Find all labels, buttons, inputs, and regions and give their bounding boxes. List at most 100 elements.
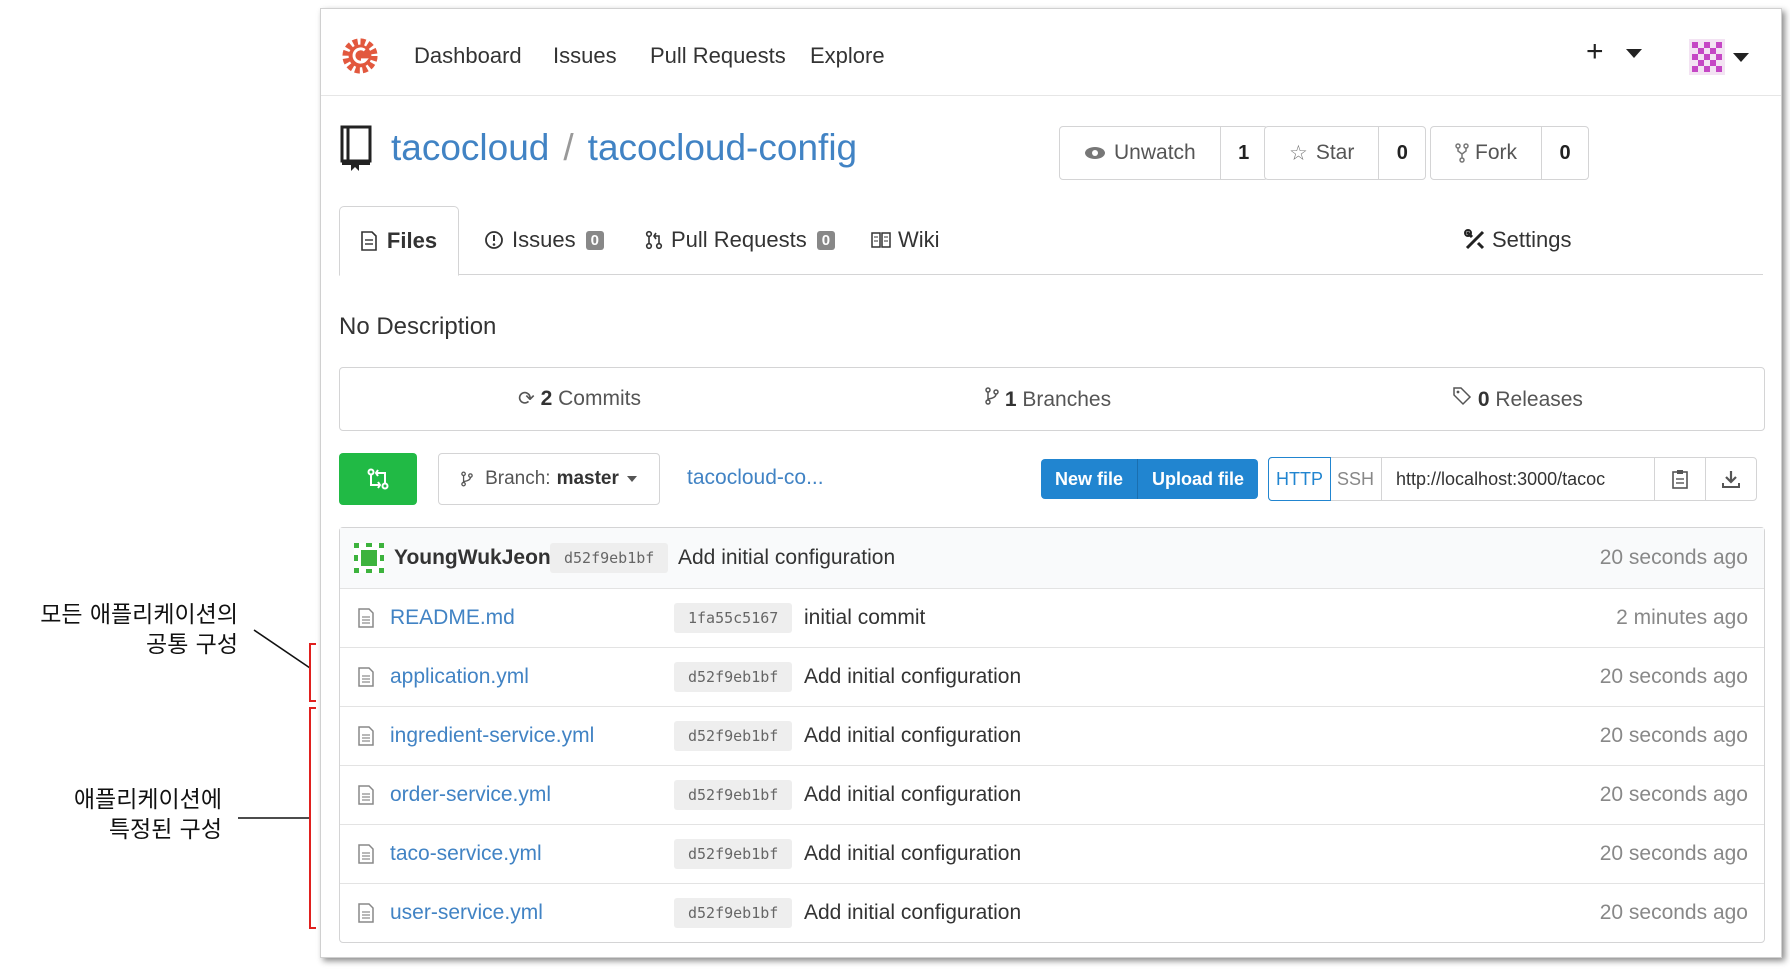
issue-opened-icon bbox=[485, 231, 503, 249]
nav-issues[interactable]: Issues bbox=[553, 43, 617, 69]
releases-label: Releases bbox=[1495, 388, 1583, 411]
branches-label: Branches bbox=[1022, 388, 1112, 411]
repo-name-link[interactable]: tacocloud-config bbox=[588, 127, 857, 168]
file-commit-message[interactable]: Add initial configuration bbox=[804, 825, 1021, 883]
compare-button[interactable] bbox=[339, 453, 417, 505]
tab-pull-requests-label: Pull Requests bbox=[671, 227, 807, 252]
branch-icon bbox=[985, 387, 999, 405]
gitea-window: Dashboard Issues Pull Requests Explore + bbox=[320, 8, 1782, 958]
watch-count[interactable]: 1 bbox=[1221, 127, 1267, 179]
fork-count[interactable]: 0 bbox=[1542, 127, 1588, 179]
releases-count: 0 bbox=[1477, 388, 1490, 411]
file-row: ingredient-service.yml d52f9eb1bf Add init… bbox=[340, 707, 1764, 766]
file-commit-message[interactable]: Add initial configuration bbox=[804, 766, 1021, 824]
tab-wiki[interactable]: Wiki bbox=[871, 206, 940, 274]
tab-issues[interactable]: Issues 0 bbox=[484, 206, 604, 274]
fork-button[interactable]: Fork bbox=[1431, 127, 1542, 179]
nav-dashboard[interactable]: Dashboard bbox=[414, 43, 522, 69]
branch-dropdown[interactable]: Branch: master bbox=[438, 453, 660, 505]
repo-stats-bar: ⟳ 2 Commits 1 Branches 0 Releases bbox=[339, 367, 1765, 431]
file-commit-sha[interactable]: 1fa55c5167 bbox=[674, 603, 793, 633]
download-button[interactable] bbox=[1706, 458, 1756, 500]
tab-files[interactable]: Files bbox=[339, 206, 459, 276]
file-commit-message[interactable]: Add initial configuration bbox=[804, 884, 1021, 942]
commit-sha[interactable]: d52f9eb1bf bbox=[550, 543, 669, 573]
file-icon bbox=[358, 884, 374, 942]
book-icon bbox=[871, 232, 891, 248]
chevron-down-icon bbox=[626, 476, 637, 482]
file-name-link[interactable]: README.md bbox=[390, 589, 515, 647]
file-commit-sha[interactable]: d52f9eb1bf bbox=[674, 662, 793, 692]
file-commit-sha[interactable]: d52f9eb1bf bbox=[674, 780, 793, 810]
download-icon bbox=[1722, 471, 1741, 488]
star-label: Star bbox=[1315, 141, 1355, 164]
create-new-menu[interactable]: + bbox=[1586, 35, 1642, 69]
tab-settings[interactable]: Settings bbox=[1464, 206, 1572, 274]
file-table: YoungWukJeon d52f9eb1bf Add initial conf… bbox=[339, 527, 1765, 943]
file-commit-sha[interactable]: d52f9eb1bf bbox=[674, 721, 793, 751]
gitea-logo-icon[interactable] bbox=[341, 37, 379, 75]
repo-owner-link[interactable]: tacocloud bbox=[391, 127, 549, 168]
branch-name: master bbox=[556, 468, 619, 489]
tab-wiki-label: Wiki bbox=[898, 227, 940, 252]
file-icon bbox=[358, 589, 374, 647]
tab-pull-requests[interactable]: Pull Requests 0 bbox=[645, 206, 836, 274]
clone-url-input[interactable]: http://localhost:3000/tacoc bbox=[1382, 458, 1656, 500]
unwatch-label: Unwatch bbox=[1114, 141, 1196, 164]
history-icon: ⟳ bbox=[518, 388, 535, 410]
file-icon bbox=[358, 766, 374, 824]
releases-stat[interactable]: 0 Releases bbox=[1452, 386, 1583, 412]
tab-issues-label: Issues bbox=[512, 227, 576, 252]
annotation-common-bracket bbox=[309, 643, 316, 702]
pulls-count-badge: 0 bbox=[816, 230, 836, 250]
nav-pull-requests[interactable]: Pull Requests bbox=[650, 43, 786, 69]
file-name-link[interactable]: user-service.yml bbox=[390, 884, 543, 942]
file-commit-age: 20 seconds ago bbox=[1599, 783, 1748, 806]
file-icon bbox=[358, 707, 374, 765]
unwatch-button[interactable]: Unwatch bbox=[1060, 127, 1221, 179]
star-icon: ☆ bbox=[1289, 141, 1308, 165]
file-icon bbox=[358, 648, 374, 706]
star-button[interactable]: ☆ Star bbox=[1265, 127, 1380, 179]
file-name-link[interactable]: taco-service.yml bbox=[390, 825, 542, 883]
clone-panel: HTTP SSH http://localhost:3000/tacoc bbox=[1268, 457, 1758, 501]
ssh-protocol-button[interactable]: SSH bbox=[1330, 458, 1383, 500]
clipboard-icon bbox=[1672, 470, 1688, 489]
top-navbar: Dashboard Issues Pull Requests Explore + bbox=[321, 9, 1781, 96]
file-commit-message[interactable]: initial commit bbox=[804, 589, 925, 647]
chevron-down-icon bbox=[1733, 53, 1749, 62]
nav-explore[interactable]: Explore bbox=[810, 43, 885, 69]
commit-message[interactable]: Add initial configuration bbox=[678, 528, 895, 588]
new-file-button[interactable]: New file bbox=[1041, 459, 1139, 499]
commits-stat[interactable]: ⟳ 2 Commits bbox=[518, 386, 641, 411]
file-commit-sha[interactable]: d52f9eb1bf bbox=[674, 898, 793, 928]
file-commit-age: 2 minutes ago bbox=[1616, 606, 1748, 629]
copy-url-button[interactable] bbox=[1655, 458, 1707, 500]
repo-tabs: Files Issues 0 Pull Requests 0 Wiki Sett… bbox=[339, 206, 1763, 276]
git-pull-request-icon bbox=[645, 230, 663, 250]
http-protocol-button[interactable]: HTTP bbox=[1268, 457, 1331, 501]
file-commit-message[interactable]: Add initial configuration bbox=[804, 707, 1021, 765]
tab-settings-label: Settings bbox=[1492, 227, 1572, 252]
file-commit-sha[interactable]: d52f9eb1bf bbox=[674, 839, 793, 869]
tools-icon bbox=[1464, 229, 1485, 250]
file-action-buttons: New file Upload file bbox=[1041, 459, 1259, 499]
author-avatar[interactable] bbox=[354, 543, 384, 573]
user-menu[interactable] bbox=[1689, 39, 1759, 79]
commit-age: 20 seconds ago bbox=[1599, 546, 1748, 569]
file-commit-age: 20 seconds ago bbox=[1599, 665, 1748, 688]
upload-file-button[interactable]: Upload file bbox=[1138, 459, 1258, 499]
file-icon bbox=[358, 825, 374, 883]
repo-title-separator: / bbox=[563, 127, 574, 168]
commit-author[interactable]: YoungWukJeon bbox=[394, 528, 551, 588]
file-commit-message[interactable]: Add initial configuration bbox=[804, 648, 1021, 706]
star-count[interactable]: 0 bbox=[1379, 127, 1425, 179]
branch-icon bbox=[461, 471, 473, 487]
file-name-link[interactable]: ingredient-service.yml bbox=[390, 707, 594, 765]
file-name-link[interactable]: order-service.yml bbox=[390, 766, 551, 824]
branches-stat[interactable]: 1 Branches bbox=[985, 386, 1111, 412]
file-name-link[interactable]: application.yml bbox=[390, 648, 529, 706]
repo-book-icon bbox=[340, 125, 372, 171]
repo-path-link[interactable]: tacocloud-co... bbox=[687, 466, 824, 490]
chevron-down-icon bbox=[1625, 48, 1642, 58]
